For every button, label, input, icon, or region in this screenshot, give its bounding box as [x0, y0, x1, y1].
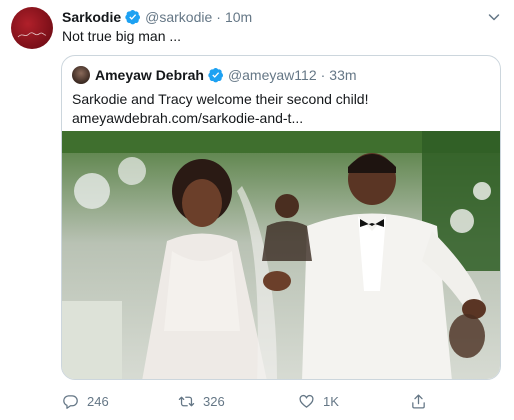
quoted-tweet[interactable]: Ameyaw Debrah @ameyaw112 · 33m Sarkodie … — [61, 55, 501, 380]
tweet-actions: 246 326 1K — [0, 388, 514, 414]
author-handle[interactable]: @sarkodie — [145, 9, 212, 25]
reply-icon — [63, 394, 78, 409]
heart-icon — [299, 394, 314, 408]
signature-logo — [17, 32, 47, 38]
reply-count: 246 — [87, 393, 109, 409]
tweet[interactable]: Sarkodie @sarkodie · 10m Not true big ma… — [0, 0, 514, 420]
reply-button[interactable]: 246 — [62, 388, 109, 414]
retweet-icon — [178, 396, 195, 406]
quoted-header: Ameyaw Debrah @ameyaw112 · 33m — [95, 65, 357, 85]
quoted-avatar[interactable] — [72, 66, 90, 84]
wedding-photo[interactable] — [62, 131, 500, 379]
quoted-timestamp: 33m — [329, 67, 357, 83]
verified-badge-icon — [125, 10, 141, 25]
chevron-down-icon[interactable] — [488, 11, 500, 23]
tweet-header: Sarkodie @sarkodie · 10m — [62, 7, 252, 27]
tweet-text: Not true big man ... — [62, 28, 182, 44]
share-button[interactable] — [410, 388, 427, 414]
retweet-button[interactable]: 326 — [178, 388, 225, 414]
separator-dot: · — [216, 9, 221, 25]
quoted-author-handle: @ameyaw112 — [227, 67, 317, 83]
quoted-text: Sarkodie and Tracy welcome their second … — [72, 90, 492, 128]
separator-dot: · — [320, 67, 326, 83]
quoted-author-name: Ameyaw Debrah — [95, 67, 204, 83]
retweet-count: 326 — [203, 393, 225, 409]
share-icon — [412, 393, 425, 409]
quoted-link[interactable]: ameyawdebrah.com/sarkodie-and-t... — [72, 109, 492, 128]
like-count: 1K — [323, 393, 339, 409]
timestamp[interactable]: 10m — [225, 9, 252, 25]
quoted-text-line: Sarkodie and Tracy welcome their second … — [72, 91, 369, 107]
photo-illustration — [62, 131, 500, 379]
verified-badge-icon — [208, 68, 223, 83]
author-name[interactable]: Sarkodie — [62, 9, 121, 25]
like-button[interactable]: 1K — [298, 388, 339, 414]
avatar[interactable] — [11, 7, 53, 49]
